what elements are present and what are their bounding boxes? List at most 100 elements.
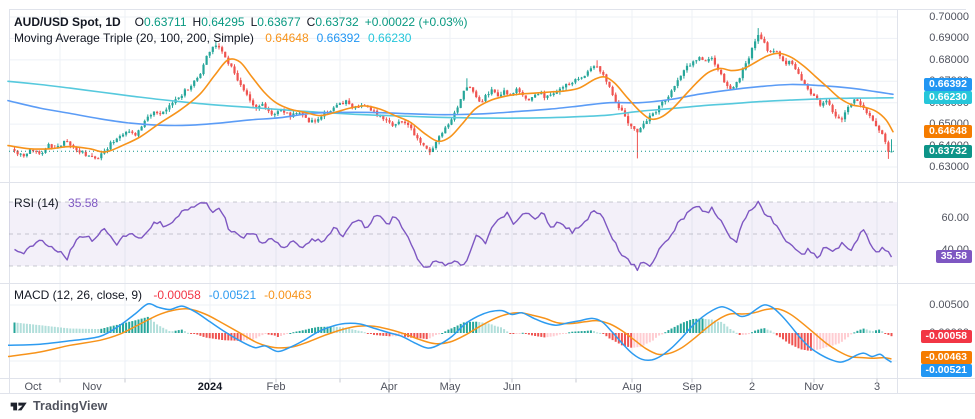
candle-body[interactable] [701,57,703,60]
candle-body[interactable] [38,151,40,154]
candle-body[interactable] [822,103,824,106]
candle-body[interactable] [190,86,192,90]
candle-body[interactable] [639,128,641,132]
candle-body[interactable] [150,115,152,116]
candle-body[interactable] [841,118,843,119]
candle-body[interactable] [209,52,211,56]
candle-body[interactable] [35,151,37,152]
candle-body[interactable] [345,100,347,104]
candle-body[interactable] [754,41,756,48]
candle-body[interactable] [249,94,251,100]
candle-body[interactable] [853,100,855,104]
candle-body[interactable] [602,72,604,75]
candle-body[interactable] [435,142,437,148]
candle-body[interactable] [128,132,130,133]
candle-body[interactable] [859,101,861,105]
candle-body[interactable] [342,103,344,104]
candle-body[interactable] [336,105,338,108]
candle-body[interactable] [494,90,496,93]
candle-body[interactable] [581,78,583,79]
candle-body[interactable] [763,39,765,43]
candle-body[interactable] [218,46,220,48]
candle-body[interactable] [453,113,455,120]
candle-body[interactable] [450,119,452,124]
candle-body[interactable] [546,96,548,98]
candle-body[interactable] [196,78,198,81]
candle-body[interactable] [847,107,849,112]
candle-body[interactable] [599,66,601,71]
candle-body[interactable] [23,154,25,156]
candle-body[interactable] [608,82,610,87]
candle-body[interactable] [525,95,527,98]
symbol-legend[interactable]: AUD/USD Spot, 1DO0.63711H0.64295L0.63677… [14,15,467,29]
candle-body[interactable] [739,78,741,82]
macd-indicator-legend[interactable]: MACD (12, 26, close, 9) -0.00058-0.00521… [14,288,312,302]
candle-body[interactable] [503,90,505,95]
candle-body[interactable] [515,89,517,93]
candle-body[interactable] [643,124,645,128]
candle-body[interactable] [484,95,486,101]
candle-body[interactable] [683,70,685,76]
candle-body[interactable] [835,112,837,117]
candle-body[interactable] [571,83,573,85]
candle-body[interactable] [416,135,418,138]
candle-body[interactable] [475,91,477,97]
candle-body[interactable] [159,113,161,114]
candle-body[interactable] [528,99,530,101]
candle-body[interactable] [373,110,375,111]
candle-body[interactable] [887,142,889,152]
candle-body[interactable] [423,143,425,145]
candle-body[interactable] [119,136,121,138]
candle-body[interactable] [711,58,713,59]
candle-body[interactable] [277,111,279,114]
candle-body[interactable] [760,35,762,40]
candle-body[interactable] [441,133,443,136]
candle-body[interactable] [537,94,539,95]
candle-body[interactable] [680,76,682,80]
candle-body[interactable] [168,105,170,109]
candle-body[interactable] [723,74,725,82]
candle-body[interactable] [385,119,387,120]
candle-body[interactable] [661,102,663,106]
candle-body[interactable] [794,64,796,69]
candle-body[interactable] [85,152,87,156]
candle-body[interactable] [633,126,635,129]
candle-body[interactable] [13,149,15,151]
candle-body[interactable] [726,82,728,86]
candle-body[interactable] [766,42,768,51]
candle-body[interactable] [630,124,632,127]
tradingview-logo[interactable]: TradingView [10,399,108,413]
candle-body[interactable] [801,74,803,80]
candle-body[interactable] [398,122,400,124]
candle-body[interactable] [407,123,409,125]
candle-body[interactable] [869,113,871,116]
candle-body[interactable] [206,56,208,65]
candle-body[interactable] [116,139,118,143]
candle-body[interactable] [782,56,784,61]
candle-body[interactable] [51,144,53,148]
candle-body[interactable] [274,114,276,115]
candle-body[interactable] [314,121,316,122]
candle-body[interactable] [884,134,886,142]
candle-body[interactable] [122,135,124,137]
candle-body[interactable] [308,118,310,122]
candle-body[interactable] [689,66,691,67]
candle-body[interactable] [348,101,350,105]
candle-body[interactable] [261,104,263,106]
candle-body[interactable] [165,110,167,112]
candle-body[interactable] [686,66,688,71]
candle-body[interactable] [670,91,672,97]
candle-body[interactable] [221,47,223,51]
candle-body[interactable] [677,80,679,86]
candle-body[interactable] [698,57,700,60]
candle-body[interactable] [838,117,840,119]
candle-body[interactable] [674,86,676,90]
candle-body[interactable] [271,111,273,115]
candle-body[interactable] [890,151,892,152]
candle-body[interactable] [729,86,731,89]
candle-body[interactable] [137,130,139,136]
candle-body[interactable] [233,67,235,74]
candle-body[interactable] [695,60,697,61]
candle-body[interactable] [447,125,449,128]
candle-body[interactable] [825,101,827,103]
